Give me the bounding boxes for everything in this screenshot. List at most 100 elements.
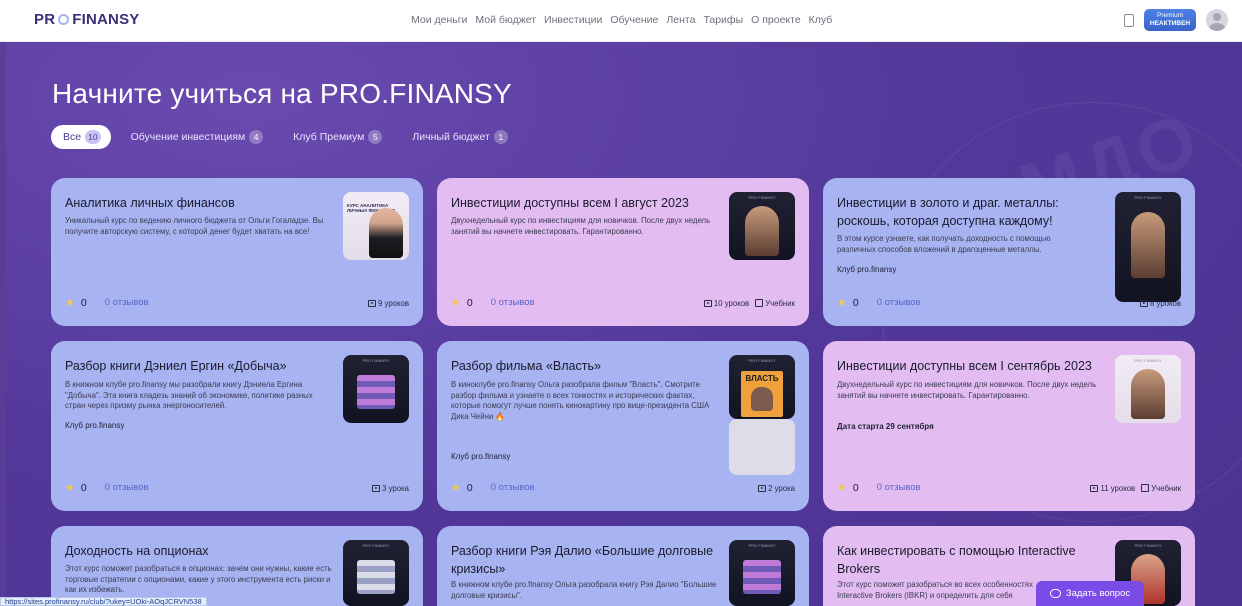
course-description: В этом курсе узнаете, как получать доход… — [837, 234, 1051, 254]
filter-tabs: Все 10 Обучение инвестициям 4 Клуб Преми… — [51, 125, 518, 149]
course-rating: ★ 0 0 отзывов — [65, 481, 149, 495]
page-title: Начните учиться на PRO.FINANSY — [52, 78, 512, 109]
course-meta: 10 уроков Учебник — [703, 299, 795, 308]
course-title: Инвестиции в золото и драг. металлы: рос… — [837, 196, 1059, 229]
club-label: Клуб pro.finansy — [65, 421, 125, 430]
nav-club[interactable]: Клуб — [809, 14, 833, 26]
course-description: Двухнедельный курс по инвестициям для но… — [837, 380, 1097, 400]
thumbnail-placeholder — [729, 419, 795, 475]
course-card[interactable]: Инвестиции доступны всем I август 2023 Д… — [437, 178, 809, 326]
course-card[interactable]: Разбор книги Дэниел Ергин «Добыча» В кни… — [51, 341, 423, 511]
chat-bubble-icon — [1049, 589, 1061, 598]
club-label: Клуб pro.finansy — [451, 452, 511, 461]
video-icon — [703, 300, 712, 307]
filter-personal-budget[interactable]: Личный бюджет 1 — [400, 125, 517, 149]
course-card[interactable]: Разбор книги Рэя Далио «Большие долговые… — [437, 526, 809, 606]
reviews-link[interactable]: 0 отзывов — [105, 297, 149, 308]
course-thumbnail: PRO FINANSY — [729, 192, 795, 260]
course-rating: ★ 0 0 отзывов — [837, 296, 921, 310]
logo[interactable]: PR FINANSY — [34, 11, 140, 28]
course-description: В киноклубе pro.finansy Ольга разобрала … — [451, 380, 710, 421]
course-title: Разбор книги Рэя Далио «Большие долговые… — [451, 544, 714, 577]
filter-count: 10 — [85, 130, 101, 144]
header-tools: Premium НЕАКТИВЕН — [1124, 9, 1228, 31]
course-card[interactable]: Инвестиции доступны всем I сентябрь 2023… — [823, 341, 1195, 511]
status-bar-url: https://sites.profinansy.ru/club/?ukey=U… — [0, 597, 207, 606]
nav-about[interactable]: О проекте — [751, 14, 801, 26]
reviews-link[interactable]: 0 отзывов — [877, 297, 921, 308]
course-thumbnail: PRO FINANSY — [1115, 192, 1181, 302]
video-icon — [372, 485, 381, 492]
start-date-label: Дата старта 29 сентября — [837, 422, 934, 431]
nav-my-budget[interactable]: Мой бюджет — [475, 14, 536, 26]
filter-count: 1 — [493, 130, 508, 144]
premium-badge[interactable]: Premium НЕАКТИВЕН — [1144, 9, 1196, 31]
reviews-link[interactable]: 0 отзывов — [491, 482, 535, 493]
course-meta: 9 уроков — [368, 299, 409, 308]
course-thumbnail: PRO FINANSY — [343, 355, 409, 423]
reviews-link[interactable]: 0 отзывов — [105, 482, 149, 493]
textbook-icon — [755, 299, 764, 307]
course-title: Инвестиции доступны всем I сентябрь 2023 — [837, 359, 1092, 373]
course-thumbnail: PRO FINANSY — [1115, 355, 1181, 423]
reviews-link[interactable]: 0 отзывов — [877, 482, 921, 493]
course-title: Как инвестировать с помощью Interactive … — [837, 544, 1076, 577]
course-card[interactable]: Доходность на опционах Этот курс поможет… — [51, 526, 423, 606]
filter-count: 5 — [368, 130, 383, 144]
bookmark-icon[interactable] — [1124, 13, 1134, 27]
nav-investments[interactable]: Инвестиции — [544, 14, 602, 26]
top-navigation: PR FINANSY Мои деньги Мой бюджет Инвести… — [0, 0, 1242, 42]
video-icon — [1090, 485, 1099, 492]
course-description: В книжном клубе pro.finansy Ольга разобр… — [451, 580, 717, 600]
course-card[interactable]: Аналитика личных финансов Уникальный кур… — [51, 178, 423, 326]
course-meta: 8 уроков — [1140, 299, 1181, 308]
course-meta: 11 уроков Учебник — [1090, 484, 1181, 493]
star-icon: ★ — [451, 482, 461, 494]
filter-investment-education[interactable]: Обучение инвестициям 4 — [119, 125, 274, 149]
textbook-icon — [1141, 484, 1150, 492]
ask-question-button[interactable]: Задать вопрос — [1036, 581, 1144, 606]
nav-tariffs[interactable]: Тарифы — [703, 14, 743, 26]
course-description: В книжном клубе pro.finansy мы разобрали… — [65, 380, 313, 411]
course-card[interactable]: Инвестиции в золото и драг. металлы: рос… — [823, 178, 1195, 326]
course-rating: ★ 0 0 отзывов — [451, 296, 535, 310]
nav-my-money[interactable]: Мои деньги — [411, 14, 467, 26]
course-title: Инвестиции доступны всем I август 2023 — [451, 196, 689, 210]
filter-count: 4 — [249, 130, 264, 144]
avatar[interactable] — [1206, 9, 1228, 31]
main-nav: Мои деньги Мой бюджет Инвестиции Обучени… — [411, 14, 832, 26]
nav-feed[interactable]: Лента — [666, 14, 695, 26]
course-rating: ★ 0 0 отзывов — [451, 481, 535, 495]
course-meta: 3 урока — [372, 484, 409, 493]
course-rating: ★ 0 0 отзывов — [65, 296, 149, 310]
course-card[interactable]: Разбор фильма «Власть» В киноклубе pro.f… — [437, 341, 809, 511]
course-title: Аналитика личных финансов — [65, 196, 235, 210]
star-icon: ★ — [65, 482, 75, 494]
course-thumbnail: КУРС АНАЛИТИКА ЛИЧНЫХ ФИНАНСОВ — [343, 192, 409, 260]
course-description: Этот курс поможет разобраться во всех ос… — [837, 580, 1033, 600]
video-icon — [758, 485, 767, 492]
course-title: Разбор книги Дэниел Ергин «Добыча» — [65, 359, 287, 373]
video-icon — [1140, 300, 1149, 307]
logo-ring-icon — [58, 14, 70, 25]
club-label: Клуб pro.finansy — [837, 265, 897, 274]
star-icon: ★ — [451, 297, 461, 309]
filter-all[interactable]: Все 10 — [51, 125, 111, 149]
star-icon: ★ — [837, 297, 847, 309]
star-icon: ★ — [837, 482, 847, 494]
filter-premium-club[interactable]: Клуб Премиум 5 — [281, 125, 392, 149]
course-rating: ★ 0 0 отзывов — [837, 481, 921, 495]
course-thumbnail: PRO FINANSY ВЛАСТЬ — [729, 355, 795, 419]
course-title: Разбор фильма «Власть» — [451, 359, 601, 373]
course-description: Двухнедельный курс по инвестициям для но… — [451, 216, 711, 236]
video-icon — [368, 300, 377, 307]
course-thumbnail: PRO FINANSY — [343, 540, 409, 606]
nav-education[interactable]: Обучение — [610, 14, 658, 26]
course-description: Уникальный курс по ведению личного бюдже… — [65, 216, 324, 236]
movie-poster: ВЛАСТЬ — [741, 371, 783, 417]
reviews-link[interactable]: 0 отзывов — [491, 297, 535, 308]
course-thumbnail: PRO FINANSY — [729, 540, 795, 606]
course-description: Этот курс поможет разобраться в опционах… — [65, 564, 332, 595]
star-icon: ★ — [65, 297, 75, 309]
course-meta: 2 урока — [758, 484, 795, 493]
